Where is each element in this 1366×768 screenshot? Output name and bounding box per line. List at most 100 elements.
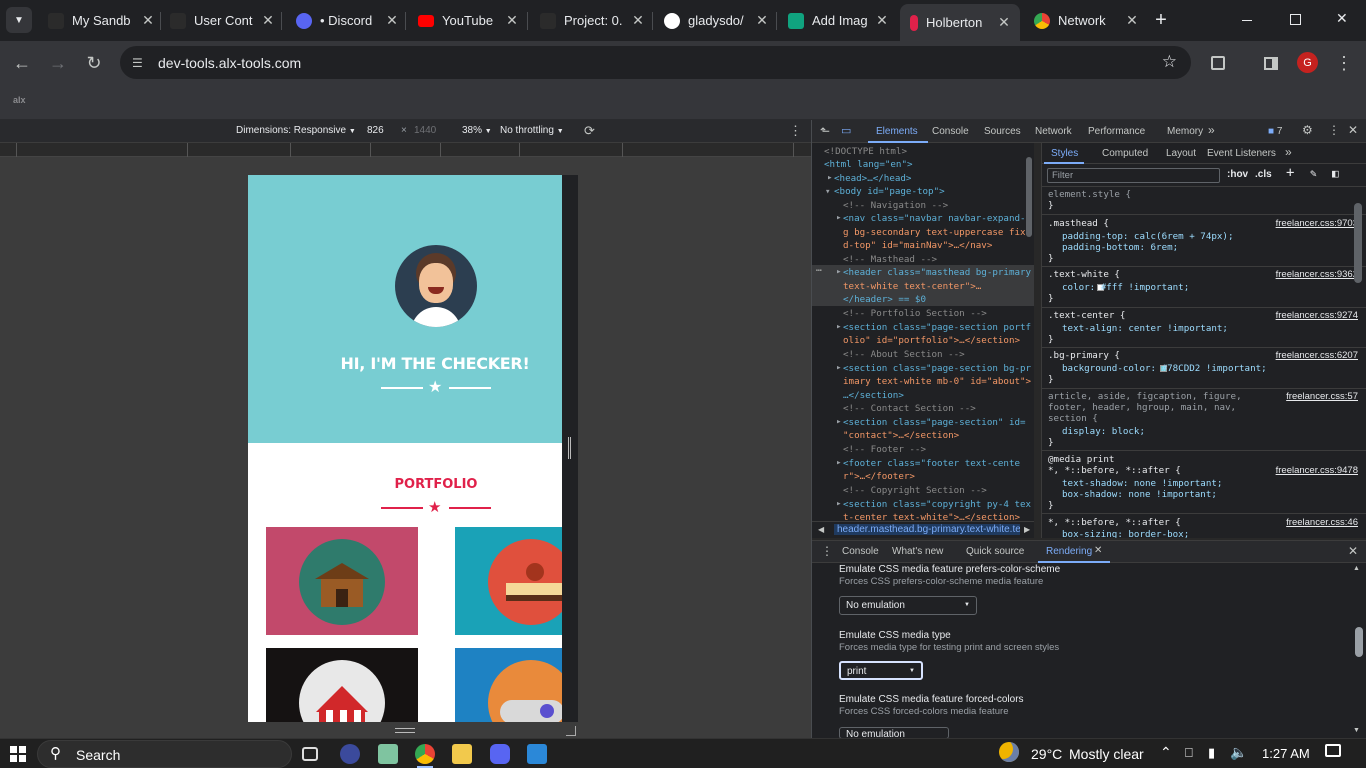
tab-my-sandbox[interactable]: My Sandb ✕ <box>44 7 156 34</box>
portfolio-item-cake[interactable] <box>455 527 562 635</box>
resize-handle-corner[interactable] <box>566 726 576 736</box>
dom-line[interactable]: <!-- Navigation --> <box>843 199 948 212</box>
taskbar-search[interactable]: ⚲ Search <box>37 740 292 768</box>
profile-avatar[interactable]: G <box>1297 52 1318 73</box>
dom-line[interactable]: d-top" id="mainNav">…</nav> <box>843 239 992 252</box>
dom-line[interactable]: <!-- Portfolio Section --> <box>843 307 987 320</box>
media-type-select[interactable]: print ▼ <box>839 661 923 680</box>
rule-property[interactable]: padding-bottom: 6rem; <box>1062 242 1178 253</box>
dom-line[interactable]: </header> == $0 <box>843 293 926 306</box>
resize-handle-bottom[interactable] <box>395 728 415 733</box>
tab-network[interactable]: Network <box>1035 126 1072 137</box>
dom-line[interactable]: <body id="page-top"> <box>834 185 945 198</box>
more-vert-icon[interactable]: ⋮ <box>789 123 802 139</box>
tree-arrow-icon[interactable]: ▸ <box>836 456 842 469</box>
chrome-icon[interactable] <box>415 744 435 764</box>
dom-line[interactable]: <!-- About Section --> <box>843 348 965 361</box>
tab-styles[interactable]: Styles <box>1051 148 1078 159</box>
tab-chatgpt[interactable]: Add Imag ✕ <box>784 7 890 34</box>
height-input[interactable]: 1440 <box>414 125 436 136</box>
rule-property[interactable]: display: block; <box>1062 426 1145 437</box>
paint-icon[interactable]: ✎ <box>1310 167 1317 180</box>
dom-line[interactable]: <section class="copyright py-4 tex <box>843 498 1031 511</box>
tab-discord[interactable]: • Discord ✕ <box>292 7 400 34</box>
rule-source-link[interactable]: freelancer.css:46 <box>1286 517 1358 528</box>
rule-property[interactable]: box-sizing: border-box; <box>1062 529 1189 538</box>
extensions-button[interactable] <box>1205 50 1231 76</box>
portfolio-item-cabin[interactable] <box>266 527 418 635</box>
tree-arrow-icon[interactable]: ▸ <box>836 415 842 428</box>
dom-line[interactable]: <head>…</head> <box>834 172 911 185</box>
scroll-down-icon[interactable]: ▼ <box>1353 727 1360 734</box>
rule-source-link[interactable]: freelancer.css:9703 <box>1276 218 1358 229</box>
windows-start-icon[interactable] <box>10 746 26 762</box>
close-icon[interactable]: ✕ <box>754 12 770 29</box>
prefers-color-scheme-select[interactable]: No emulation ▼ <box>839 596 977 615</box>
app-icon[interactable] <box>340 744 360 764</box>
tree-arrow-icon[interactable]: ▸ <box>836 265 842 278</box>
rule-property[interactable]: color: #fff !important; <box>1062 282 1189 293</box>
tree-arrow-icon[interactable]: ▸ <box>836 361 842 374</box>
hov-toggle[interactable]: :hov <box>1227 169 1248 180</box>
tab-holberton[interactable]: Holberton ✕ <box>900 4 1020 41</box>
tab-memory[interactable]: Memory <box>1167 126 1203 137</box>
dom-line[interactable]: <!-- Copyright Section --> <box>843 484 987 497</box>
dom-line[interactable]: olio" id="portfolio">…</section> <box>843 334 1020 347</box>
media-query-ruler[interactable] <box>0 143 811 157</box>
close-icon[interactable]: ✕ <box>996 14 1012 31</box>
rule-property[interactable]: background-color: #78CDD2 !important; <box>1062 363 1267 374</box>
dom-line[interactable]: imary text-white mb-0" id="about"> <box>843 375 1031 388</box>
drawer-tab-rendering[interactable]: Rendering <box>1046 546 1092 557</box>
new-tab-button[interactable]: + <box>1150 9 1172 31</box>
tab-youtube[interactable]: YouTube ✕ <box>414 7 520 34</box>
ellipsis-icon[interactable]: ⋯ <box>816 264 822 277</box>
weather-text[interactable]: Mostly clear <box>1069 746 1144 762</box>
chevron-left-icon[interactable]: ◀ <box>818 525 824 534</box>
styles-scrollbar[interactable] <box>1354 203 1362 283</box>
tab-event-listeners[interactable]: Event Listeners <box>1207 148 1276 159</box>
more-vert-icon[interactable]: ⋮ <box>1328 123 1340 137</box>
back-button[interactable]: ← <box>9 50 35 76</box>
tab-user-content[interactable]: User Cont ✕ <box>166 7 276 34</box>
rule-property[interactable]: box-shadow: none !important; <box>1062 489 1217 500</box>
close-icon[interactable]: ✕ <box>1348 123 1358 137</box>
tree-arrow-icon[interactable]: ▸ <box>836 497 842 510</box>
close-icon[interactable]: ✕ <box>260 12 276 29</box>
close-icon[interactable]: ✕ <box>140 12 156 29</box>
tab-console[interactable]: Console <box>932 126 969 137</box>
drawer-scrollbar[interactable] <box>1355 627 1363 657</box>
reload-button[interactable]: ↻ <box>81 50 107 76</box>
zoom-select[interactable]: 38% ▼ <box>462 125 492 136</box>
rule-property[interactable]: padding-top: calc(6rem + 74px); <box>1062 231 1233 242</box>
tree-arrow-icon[interactable]: ▸ <box>836 320 842 333</box>
rule-source-link[interactable]: freelancer.css:57 <box>1286 391 1358 402</box>
tab-elements[interactable]: Elements <box>876 126 918 137</box>
sidebar-toggle-icon[interactable]: ◧ <box>1332 167 1339 180</box>
dom-line[interactable]: text-white text-center">… <box>843 280 981 293</box>
close-icon[interactable]: ✕ <box>630 12 646 29</box>
tree-arrow-icon[interactable]: ▸ <box>836 211 842 224</box>
close-icon[interactable]: ✕ <box>1124 12 1140 29</box>
bookmark-alx[interactable]: alx <box>13 95 26 105</box>
dom-line[interactable]: <!DOCTYPE html> <box>824 145 907 158</box>
more-vert-icon[interactable]: ⋮ <box>821 544 833 558</box>
rule-property[interactable]: text-align: center !important; <box>1062 323 1228 334</box>
battery-icon[interactable]: ▮ <box>1208 745 1215 761</box>
url-text[interactable]: dev-tools.alx-tools.com <box>158 55 301 71</box>
dom-line[interactable]: <nav class="navbar navbar-expand-l <box>843 212 1031 225</box>
styles-filter-input[interactable]: Filter <box>1047 168 1220 183</box>
plus-icon[interactable]: + <box>1286 165 1294 181</box>
tab-network[interactable]: Network ✕ <box>1030 7 1140 34</box>
portfolio-item-game[interactable] <box>455 648 562 722</box>
network-icon[interactable]: ⎕ <box>1185 745 1193 761</box>
dom-line[interactable]: <section class="page-section bg-pr <box>843 362 1031 375</box>
dom-line[interactable]: <section class="page-section" id= <box>843 416 1026 429</box>
discord-icon[interactable] <box>490 744 510 764</box>
tab-github[interactable]: gladysdo/✕ <box>660 7 770 34</box>
width-input[interactable]: 826 <box>367 125 384 136</box>
resize-handle-right[interactable] <box>568 437 571 459</box>
site-info-icon[interactable]: ☰ <box>132 56 148 70</box>
inspect-element-icon[interactable]: ⬑ <box>820 124 830 138</box>
rule-source-link[interactable]: freelancer.css:9478 <box>1276 465 1358 476</box>
dom-line[interactable]: <!-- Footer --> <box>843 443 926 456</box>
